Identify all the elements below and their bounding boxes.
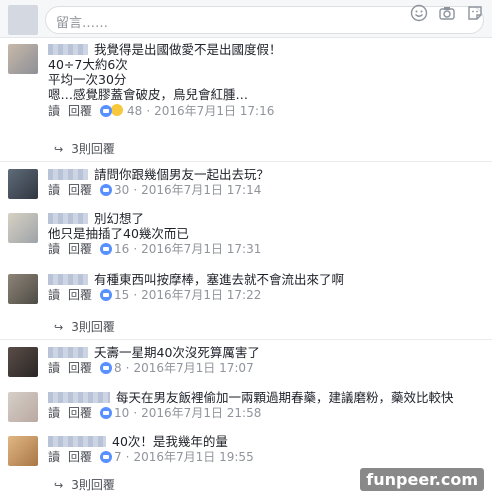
comment-body: 每天在男友飯裡偷加一兩顆過期春藥，建議磨粉，藥效比較快 讀回覆 10 · 2016年7… [48, 390, 484, 421]
avatar[interactable] [8, 213, 38, 243]
like-reaction-icon [100, 184, 113, 196]
commenter-name-blurred[interactable] [48, 436, 106, 447]
comment-text-line: 40÷7大約6次 [48, 57, 128, 72]
watermark: funpeer.com [360, 468, 484, 491]
comment-text-line: 40次！是我幾年的量 [48, 434, 484, 449]
avatar[interactable] [8, 274, 38, 304]
haha-reaction-icon [110, 103, 125, 117]
comment-text-line: 夭壽一星期40次沒死算厲害了 [48, 345, 484, 360]
comment-action-label[interactable]: 讀 [48, 361, 60, 375]
reply-link[interactable]: 回覆 [68, 242, 92, 256]
comment-meta: 讀回覆 15 · 2016年7月1日 17:22 [48, 288, 262, 302]
like-reaction-icon [100, 407, 113, 419]
like-reaction-icon [100, 362, 113, 374]
avatar[interactable] [8, 436, 38, 466]
comment-text-line: 有種東西叫按摩棒，塞進去就不會流出來了啊 [48, 272, 484, 287]
comment-text-line: 別幻想了 [48, 211, 484, 226]
comment-body: 別幻想了 他只是抽插了40幾次而已 讀回覆 16 · 2016年7月1日 17:31 [48, 211, 484, 257]
reaction-count[interactable]: 15 [114, 288, 129, 302]
reaction-count[interactable]: 48 [127, 104, 142, 118]
comment-timestamp[interactable]: 2016年7月1日 21:58 [141, 406, 261, 420]
camera-icon[interactable] [438, 4, 456, 22]
like-reaction-icon [100, 243, 113, 255]
commenter-name-blurred[interactable] [48, 274, 88, 285]
view-replies-link[interactable]: ↪ 3則回覆 [54, 318, 115, 335]
comment-timestamp[interactable]: 2016年7月1日 19:55 [134, 450, 254, 464]
avatar[interactable] [8, 169, 38, 199]
reply-link[interactable]: 回覆 [68, 183, 92, 197]
comment-text-line: 平均一次30分 [48, 72, 127, 87]
comment-action-label[interactable]: 讀 [48, 288, 60, 302]
comment-text-line: 請問你跟幾個男友一起出去玩？ [48, 167, 484, 182]
reaction-count[interactable]: 16 [114, 242, 129, 256]
current-user-avatar [8, 5, 38, 35]
comment-action-label[interactable]: 讀 [48, 450, 60, 464]
avatar[interactable] [8, 392, 38, 422]
reply-link[interactable]: 回覆 [68, 361, 92, 375]
reply-link[interactable]: 回覆 [68, 288, 92, 302]
comment-timestamp[interactable]: 2016年7月1日 17:07 [134, 361, 254, 375]
reply-arrow-icon: ↪ [54, 479, 64, 492]
comment-text-line: 每天在男友飯裡偷加一兩顆過期春藥，建議磨粉，藥效比較快 [48, 390, 484, 405]
like-reaction-icon [100, 289, 113, 301]
comment-timestamp[interactable]: 2016年7月1日 17:16 [154, 104, 274, 118]
comment-timestamp[interactable]: 2016年7月1日 17:31 [141, 242, 261, 256]
comment-meta: 讀回覆 30 · 2016年7月1日 17:14 [48, 183, 262, 197]
divider [0, 161, 492, 162]
comment-action-label[interactable]: 讀 [48, 104, 60, 118]
comment-action-label[interactable]: 讀 [48, 242, 60, 256]
comment-body: 夭壽一星期40次沒死算厲害了 讀回覆 8 · 2016年7月1日 17:07 [48, 345, 484, 376]
reaction-count[interactable]: 8 [114, 361, 122, 375]
sticker-icon[interactable] [466, 4, 484, 22]
comment-timestamp[interactable]: 2016年7月1日 17:14 [141, 183, 261, 197]
reaction-count[interactable]: 30 [114, 183, 129, 197]
avatar[interactable] [8, 347, 38, 377]
comment-body: 40次！是我幾年的量 讀回覆 7 · 2016年7月1日 19:55 [48, 434, 484, 465]
like-reaction-icon [100, 451, 113, 463]
composer-tools [410, 4, 484, 22]
commenter-name-blurred[interactable] [48, 347, 88, 358]
commenter-name-blurred[interactable] [48, 169, 88, 180]
comment-body: 有種東西叫按摩棒，塞進去就不會流出來了啊 讀回覆 15 · 2016年7月1日 17:… [48, 272, 484, 303]
comment-text-line: 他只是抽插了40幾次而已 [48, 226, 189, 241]
comment-composer: 留言…… [0, 0, 492, 38]
comment-timestamp[interactable]: 2016年7月1日 17:22 [141, 288, 261, 302]
comment-body: 我覺得是出國做愛不是出國度假！ 40÷7大約6次 平均一次30分 嗯…感覺膠蓋會… [48, 42, 484, 119]
comment-meta: 讀回覆 8 · 2016年7月1日 17:07 [48, 361, 254, 375]
comment-text-line: 嗯…感覺膠蓋會破皮，鳥兒會紅腫… [48, 87, 249, 102]
comment-text-line: 我覺得是出國做愛不是出國度假！ [48, 42, 484, 57]
divider [0, 339, 492, 340]
avatar[interactable] [8, 44, 38, 74]
reaction-count[interactable]: 10 [114, 406, 129, 420]
commenter-name-blurred[interactable] [48, 392, 110, 403]
commenter-name-blurred[interactable] [48, 44, 88, 55]
reply-arrow-icon: ↪ [54, 321, 64, 334]
comment-action-label[interactable]: 讀 [48, 406, 60, 420]
reply-link[interactable]: 回覆 [68, 406, 92, 420]
comment-body: 請問你跟幾個男友一起出去玩？ 讀回覆 30 · 2016年7月1日 17:14 [48, 167, 484, 198]
reaction-count[interactable]: 7 [114, 450, 122, 464]
reply-link[interactable]: 回覆 [68, 104, 92, 118]
emoji-icon[interactable] [410, 4, 428, 22]
reply-arrow-icon: ↪ [54, 143, 64, 156]
view-replies-link[interactable]: ↪ 3則回覆 [54, 476, 115, 493]
comment-meta: 讀回覆 16 · 2016年7月1日 17:31 [48, 242, 262, 256]
reply-link[interactable]: 回覆 [68, 450, 92, 464]
comment-meta: 讀回覆 48 · 2016年7月1日 17:16 [48, 103, 275, 118]
commenter-name-blurred[interactable] [48, 213, 88, 224]
view-replies-link[interactable]: ↪ 3則回覆 [54, 140, 115, 157]
like-reaction-icon [100, 105, 113, 117]
comment-placeholder: 留言…… [56, 16, 109, 31]
comment-meta: 讀回覆 10 · 2016年7月1日 21:58 [48, 406, 262, 420]
comment-action-label[interactable]: 讀 [48, 183, 60, 197]
comment-meta: 讀回覆 7 · 2016年7月1日 19:55 [48, 450, 254, 464]
